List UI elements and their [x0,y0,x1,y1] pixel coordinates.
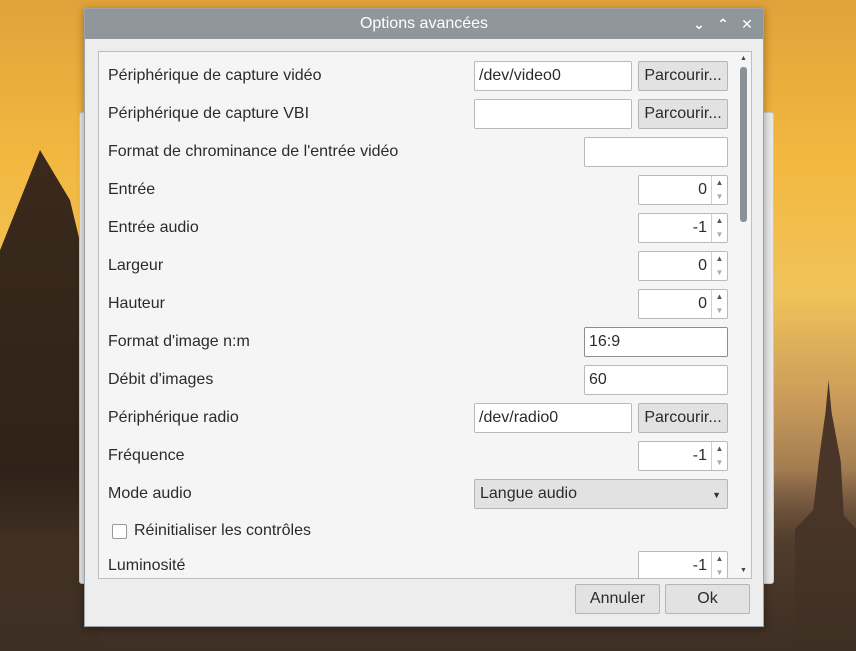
row-video-device: Périphérique de capture vidéo /dev/video… [99,57,739,95]
brightness-label: Luminosité [108,557,186,574]
minimize-icon[interactable]: ⌄ [690,15,708,33]
reset-controls-checkbox[interactable] [112,524,127,539]
maximize-icon[interactable]: ⌃ [714,15,732,33]
aspect-ratio-label: Format d'image n:m [108,333,250,350]
row-chroma-format: Format de chrominance de l'entrée vidéo [99,133,739,171]
row-audio-mode: Mode audio Langue audio ▼ [99,475,739,513]
reset-controls-label[interactable]: Réinitialiser les contrôles [134,512,311,550]
brightness-value: -1 [692,557,707,574]
vbi-device-browse-button[interactable]: Parcourir... [638,99,728,129]
row-audio-input: Entrée audio -1 ▲ ▼ [99,209,739,247]
row-radio-device: Périphérique radio /dev/radio0 Parcourir… [99,399,739,437]
row-frequency: Fréquence -1 ▲ ▼ [99,437,739,475]
audio-mode-value: Langue audio [480,485,577,502]
decrement-icon[interactable]: ▼ [712,566,727,578]
scroll-down-icon[interactable]: ▼ [737,565,750,577]
radio-device-browse-button[interactable]: Parcourir... [638,403,728,433]
titlebar: Options avancées ⌄ ⌃ ✕ [85,9,763,39]
scroll-up-icon[interactable]: ▲ [737,53,750,65]
row-aspect-ratio: Format d'image n:m 16:9 [99,323,739,361]
frame-rate-label: Débit d'images [108,371,214,388]
input-value: 0 [698,181,707,198]
frequency-spinbox[interactable]: -1 ▲ ▼ [638,441,728,471]
width-spinbox[interactable]: 0 ▲ ▼ [638,251,728,281]
decrement-icon[interactable]: ▼ [712,228,727,242]
advanced-options-dialog: Options avancées ⌄ ⌃ ✕ Périphérique de c… [84,8,764,627]
row-frame-rate: Débit d'images 60 [99,361,739,399]
increment-icon[interactable]: ▲ [712,552,727,566]
frequency-value: -1 [692,447,707,464]
video-device-label: Périphérique de capture vidéo [108,67,322,84]
audio-input-spinbox[interactable]: -1 ▲ ▼ [638,213,728,243]
scrollbar-thumb[interactable] [740,67,747,222]
audio-input-label: Entrée audio [108,219,199,236]
chroma-format-label: Format de chrominance de l'entrée vidéo [108,143,399,160]
radio-device-label: Périphérique radio [108,409,239,426]
video-device-browse-button[interactable]: Parcourir... [638,61,728,91]
vbi-device-input[interactable] [474,99,632,129]
height-spinbox[interactable]: 0 ▲ ▼ [638,289,728,319]
video-device-input[interactable]: /dev/video0 [474,61,632,91]
row-height: Hauteur 0 ▲ ▼ [99,285,739,323]
chroma-format-input[interactable] [584,137,728,167]
aspect-ratio-input[interactable]: 16:9 [584,327,728,357]
frame-rate-input[interactable]: 60 [584,365,728,395]
increment-icon[interactable]: ▲ [712,176,727,190]
cancel-button[interactable]: Annuler [575,584,660,614]
row-width: Largeur 0 ▲ ▼ [99,247,739,285]
chevron-down-icon: ▼ [712,490,721,500]
frequency-label: Fréquence [108,447,185,464]
audio-input-value: -1 [692,219,707,236]
input-spinbox[interactable]: 0 ▲ ▼ [638,175,728,205]
row-input: Entrée 0 ▲ ▼ [99,171,739,209]
width-label: Largeur [108,257,164,274]
ok-button[interactable]: Ok [665,584,750,614]
increment-icon[interactable]: ▲ [712,442,727,456]
decrement-icon[interactable]: ▼ [712,190,727,204]
width-value: 0 [698,257,707,274]
vbi-device-label: Périphérique de capture VBI [108,105,310,122]
row-reset-controls: Réinitialiser les contrôles [99,512,739,550]
close-icon[interactable]: ✕ [738,15,756,33]
increment-icon[interactable]: ▲ [712,252,727,266]
decrement-icon[interactable]: ▼ [712,304,727,318]
row-vbi-device: Périphérique de capture VBI Parcourir... [99,95,739,133]
increment-icon[interactable]: ▲ [712,214,727,228]
options-panel: Périphérique de capture vidéo /dev/video… [98,51,752,579]
height-label: Hauteur [108,295,165,312]
radio-device-input[interactable]: /dev/radio0 [474,403,632,433]
input-label: Entrée [108,181,156,198]
brightness-spinbox[interactable]: -1 ▲ ▼ [638,551,728,578]
audio-mode-label: Mode audio [108,485,192,502]
row-brightness: Luminosité -1 ▲ ▼ [99,547,739,578]
height-value: 0 [698,295,707,312]
decrement-icon[interactable]: ▼ [712,456,727,470]
increment-icon[interactable]: ▲ [712,290,727,304]
audio-mode-select[interactable]: Langue audio ▼ [474,479,728,509]
vertical-scrollbar[interactable]: ▲ ▼ [737,53,750,577]
dialog-title: Options avancées [359,15,489,32]
decrement-icon[interactable]: ▼ [712,266,727,280]
